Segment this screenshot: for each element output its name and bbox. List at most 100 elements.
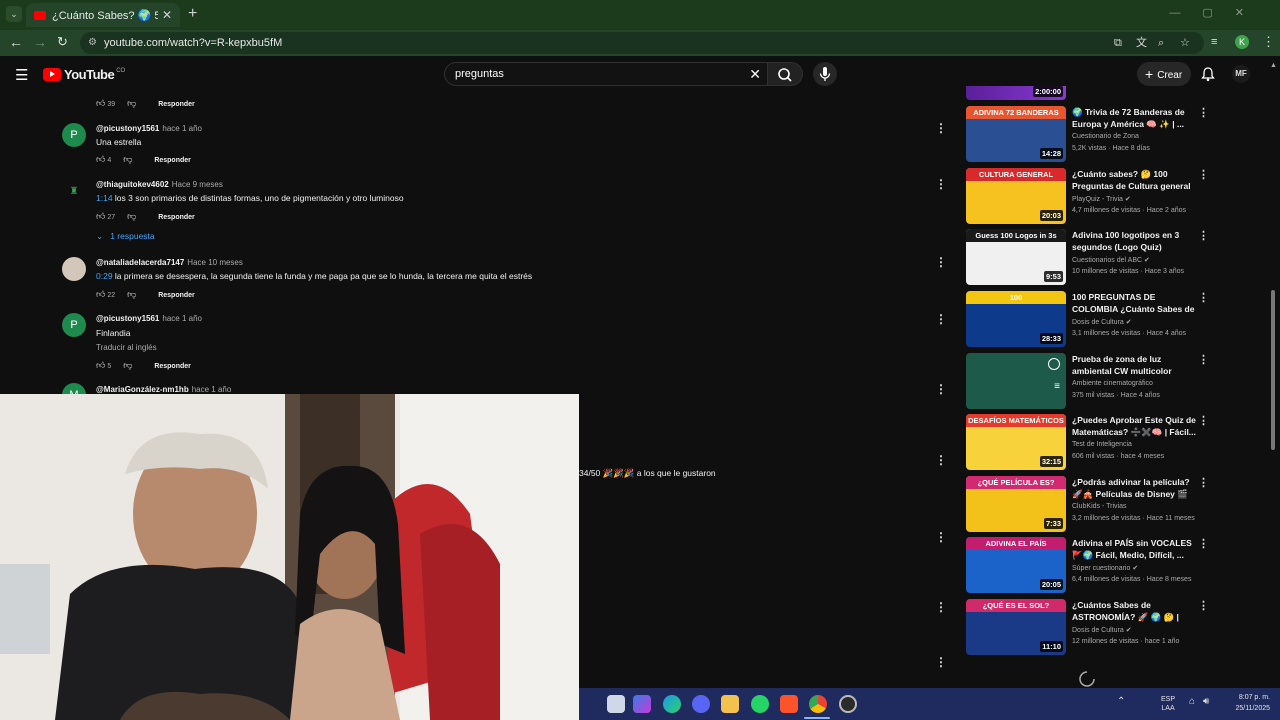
channel-name[interactable]: Cuestionario de Zona [1072, 133, 1139, 140]
video-menu-icon[interactable]: ⋮ [1198, 537, 1209, 550]
translate-icon[interactable]: 文 [1136, 32, 1147, 54]
clear-search-icon[interactable]: ✕ [749, 63, 761, 85]
video-thumbnail[interactable]: DESAFÍOS MATEMÁTICOS 32:15 [966, 414, 1066, 470]
video-menu-icon[interactable]: ⋮ [1198, 168, 1209, 181]
like-icon[interactable]: 👍︎ [96, 154, 105, 164]
video-title[interactable]: ¿Cuántos Sabes de ASTRONOMÍA? 🚀 🌍 🤔 | Te… [1072, 599, 1198, 623]
video-thumbnail[interactable]: 2:00:00 [966, 86, 1066, 100]
channel-name[interactable]: PlayQuiz - Trivia ✔ [1072, 195, 1131, 203]
video-title[interactable]: ¿Podrás adivinar la película?🚀🎪 Película… [1072, 476, 1198, 500]
comment-menu-icon[interactable]: ⋮ [935, 453, 947, 467]
recommended-video[interactable]: ≡ Prueba de zona de luz ambiental CW mult… [966, 353, 1216, 409]
video-title[interactable]: ¿Cuánto sabes? 🤔 100 Preguntas de Cultur… [1072, 168, 1198, 192]
show-hidden-icons-chevron-icon[interactable]: ⌃ [1117, 696, 1125, 707]
translate-button[interactable]: Traducir al inglés [96, 343, 157, 352]
install-app-icon[interactable]: ⧉ [1114, 32, 1122, 54]
comment-author[interactable]: @picustony1561 [96, 124, 159, 133]
back-icon[interactable]: ← [9, 34, 23, 50]
chrome-browser-icon[interactable] [809, 695, 827, 713]
reply-button[interactable]: Responder [158, 292, 195, 299]
file-explorer-icon[interactable] [721, 695, 739, 713]
like-icon[interactable]: 👍︎ [96, 211, 105, 221]
video-title[interactable]: Adivina 100 logotipos en 3 segundos (Log… [1072, 229, 1198, 253]
comment-author[interactable]: @nataliadelacerda7147 [96, 258, 184, 267]
reply-button[interactable]: Responder [154, 363, 191, 370]
search-button[interactable] [767, 62, 803, 86]
whatsapp-icon[interactable] [751, 695, 769, 713]
video-title[interactable]: 100 PREGUNTAS DE COLOMBIA ¿Cuánto Sabes … [1072, 291, 1198, 315]
comment-menu-icon[interactable]: ⋮ [935, 530, 947, 544]
comment-time[interactable]: hace 1 año [162, 124, 202, 133]
add-to-queue-icon[interactable]: ≡ [1054, 381, 1060, 392]
discord-icon[interactable] [692, 695, 710, 713]
reading-list-icon[interactable]: ≡ [1211, 36, 1217, 48]
comment-timestamp-link[interactable]: 0:29 [96, 271, 113, 281]
video-thumbnail[interactable]: ¿QUÉ PELÍCULA ES? 7:33 [966, 476, 1066, 532]
video-thumbnail[interactable]: ≡ [966, 353, 1066, 409]
copilot-icon[interactable] [633, 695, 651, 713]
recommended-video[interactable]: 100 28:33 100 PREGUNTAS DE COLOMBIA ¿Cuánt… [966, 291, 1216, 347]
video-title[interactable]: Prueba de zona de luz ambiental CW multi… [1072, 353, 1198, 377]
recommended-video[interactable]: ¿QUÉ PELÍCULA ES? 7:33 ¿Podrás adivinar la… [966, 476, 1216, 532]
system-clock[interactable]: 8:07 p. m. 25/11/2025 [1235, 692, 1270, 714]
dislike-icon[interactable]: 👎︎ [127, 289, 136, 299]
window-controls[interactable]: —▢✕ [1169, 6, 1266, 19]
bookmark-star-icon[interactable]: ☆ [1180, 32, 1190, 54]
browser-tab[interactable]: ¿Cuánto Sabes? 🌍 50 Pregun ✕ [26, 3, 180, 27]
comment-menu-icon[interactable]: ⋮ [935, 255, 947, 269]
recommended-video[interactable]: DESAFÍOS MATEMÁTICOS 32:15 ¿Puedes Aprobar… [966, 414, 1216, 470]
comment-avatar[interactable]: P [62, 313, 86, 337]
youtube-logo[interactable]: YouTube CO [43, 67, 125, 82]
search-input[interactable]: preguntas ✕ [444, 62, 768, 86]
video-menu-icon[interactable]: ⋮ [1198, 414, 1209, 427]
comment-timestamp-link[interactable]: 1:14 [96, 193, 113, 203]
site-info-icon[interactable]: ⚙ [88, 32, 97, 54]
channel-name[interactable]: ClubKids - Trivias [1072, 503, 1126, 510]
create-button[interactable]: + Crear [1137, 62, 1191, 86]
comment-time[interactable]: Hace 9 meses [172, 180, 223, 189]
video-title[interactable]: 🌍 Trivia de 72 Banderas de Europa y Amér… [1072, 106, 1198, 130]
video-menu-icon[interactable]: ⋮ [1198, 291, 1209, 304]
channel-name[interactable]: Ambiente cinematográfico [1072, 380, 1153, 387]
video-thumbnail[interactable]: 100 28:33 [966, 291, 1066, 347]
chrome-menu-icon[interactable]: ⋮ [1262, 34, 1275, 50]
comment-author[interactable]: @MariaGonzález-nm1hb [96, 385, 189, 394]
comment-menu-icon[interactable]: ⋮ [935, 382, 947, 396]
notifications-bell-icon[interactable] [1200, 66, 1216, 82]
channel-name[interactable]: Test de Inteligencia [1072, 441, 1132, 448]
tab-search-button[interactable]: ⌄ [6, 6, 22, 22]
comment-avatar[interactable]: ♜ [62, 179, 86, 203]
comment-time[interactable]: hace 1 año [192, 385, 232, 394]
video-menu-icon[interactable]: ⋮ [1198, 599, 1209, 612]
recommended-video[interactable]: ¿QUÉ ES EL SOL? 11:10 ¿Cuántos Sabes de AS… [966, 599, 1216, 655]
comment-time[interactable]: Hace 10 meses [187, 258, 243, 267]
video-menu-icon[interactable]: ⋮ [1198, 353, 1209, 366]
recommended-video[interactable]: ADIVINA 72 BANDERAS 14:28 🌍 Trivia de 72 B… [966, 106, 1216, 162]
comment-menu-icon[interactable]: ⋮ [935, 121, 947, 135]
recommended-video[interactable]: Guess 100 Logos in 3s 9:53 Adivina 100 log… [966, 229, 1216, 285]
network-icon[interactable]: ⌂ [1189, 696, 1195, 707]
dislike-icon[interactable]: 👎︎ [127, 98, 136, 108]
video-thumbnail[interactable]: ADIVINA EL PAÍS 20:05 [966, 537, 1066, 593]
watch-later-clock-icon[interactable] [1048, 358, 1060, 370]
channel-name[interactable]: Súper cuestionario ✔ [1072, 564, 1138, 572]
page-scrollbar[interactable] [1271, 290, 1275, 450]
like-icon[interactable]: 👍︎ [96, 289, 105, 299]
channel-name[interactable]: Cuestionarios del ABC ✔ [1072, 256, 1150, 264]
account-avatar[interactable]: MF [1232, 65, 1250, 83]
comment-author[interactable]: @picustony1561 [96, 314, 159, 323]
video-title[interactable]: ¿Puedes Aprobar Este Quiz de Matemáticas… [1072, 414, 1198, 438]
like-icon[interactable]: 👍︎ [96, 98, 105, 108]
video-menu-icon[interactable]: ⋮ [1198, 106, 1209, 119]
like-icon[interactable]: 👍︎ [96, 360, 105, 370]
comment-avatar[interactable]: P [62, 123, 86, 147]
view-replies-button[interactable]: ⌄ 1 respuesta [96, 231, 155, 242]
video-menu-icon[interactable]: ⋮ [1198, 229, 1209, 242]
profile-avatar[interactable]: K [1235, 35, 1249, 49]
video-thumbnail[interactable]: ADIVINA 72 BANDERAS 14:28 [966, 106, 1066, 162]
recommended-video[interactable]: CULTURA GENERAL 20:03 ¿Cuánto sabes? 🤔 100… [966, 168, 1216, 224]
input-language-indicator[interactable]: ESP LAA [1161, 695, 1175, 713]
video-title[interactable]: Adivina el PAÍS sin VOCALES 🚩🌍 Fácil, Me… [1072, 537, 1198, 561]
video-thumbnail[interactable]: Guess 100 Logos in 3s 9:53 [966, 229, 1066, 285]
tab-close-icon[interactable]: ✕ [162, 8, 172, 22]
